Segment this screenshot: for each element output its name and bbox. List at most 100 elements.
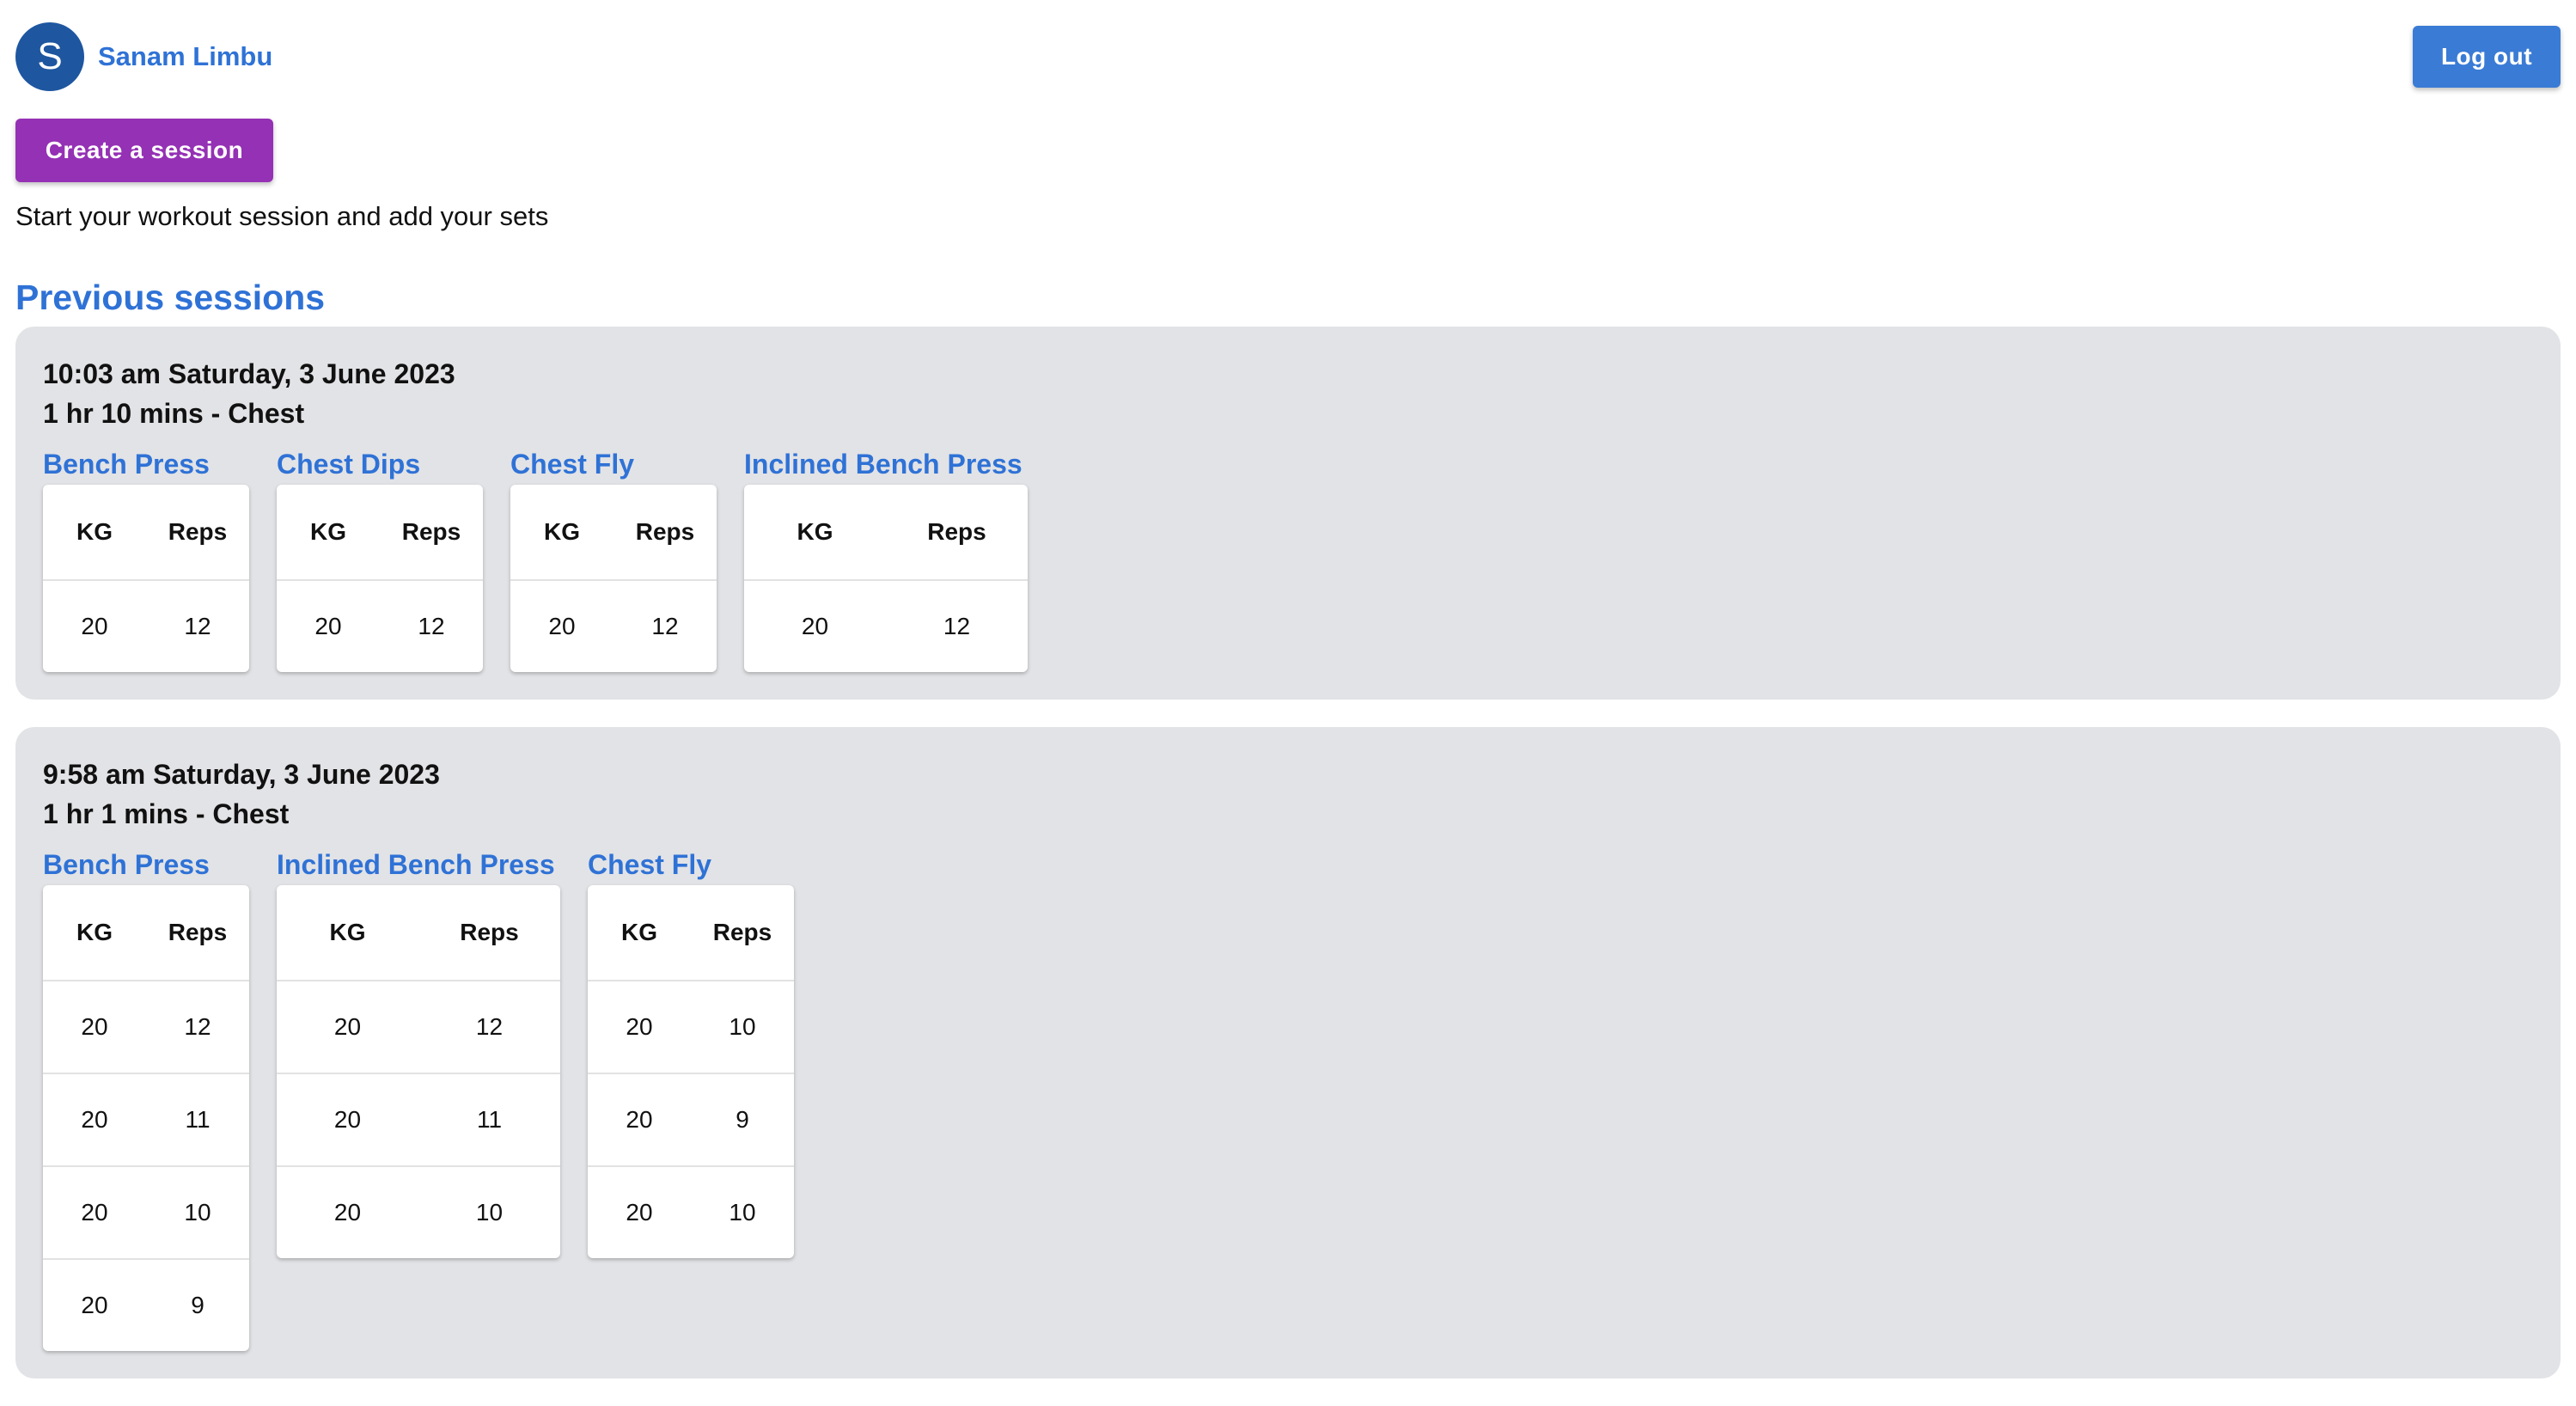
reps-value: 11	[185, 1106, 211, 1133]
kg-value: 20	[81, 1199, 108, 1226]
reps-header: Reps	[168, 919, 228, 945]
kg-header: KG	[76, 919, 113, 945]
kg-header: KG	[621, 919, 657, 945]
username[interactable]: Sanam Limbu	[98, 40, 272, 74]
logout-button[interactable]: Log out	[2413, 26, 2561, 88]
kg-value: 20	[548, 613, 576, 639]
exercise-list: Bench Press KG Reps 20 12 Chest Dips KG Reps 20 1…	[43, 447, 2533, 672]
table-row: 20 11	[277, 1073, 560, 1165]
create-session-button[interactable]: Create a session	[15, 119, 273, 182]
kg-value: 20	[81, 1106, 108, 1133]
exercise-block: Inclined Bench Press KG Reps 20 12	[744, 447, 1028, 672]
reps-value: 12	[418, 613, 445, 639]
table-row: 20 9	[43, 1258, 249, 1351]
kg-header: KG	[329, 919, 366, 945]
sets-table-header: KG Reps	[277, 885, 560, 980]
table-row: 20 12	[744, 579, 1028, 672]
kg-value: 20	[626, 1013, 653, 1040]
table-row: 20 10	[588, 980, 794, 1073]
exercise-name[interactable]: Chest Fly	[588, 847, 794, 882]
sessions-list: 10:03 am Saturday, 3 June 2023 1 hr 10 mi…	[15, 327, 2561, 1406]
session-card: 10:03 am Saturday, 3 June 2023 1 hr 10 mi…	[15, 327, 2561, 700]
kg-value: 20	[333, 1199, 362, 1226]
sets-table-header: KG Reps	[277, 485, 483, 579]
exercise-name[interactable]: Chest Dips	[277, 447, 483, 481]
sets-table-header: KG Reps	[43, 885, 249, 980]
table-row: 20 12	[510, 579, 717, 672]
kg-value: 20	[626, 1106, 653, 1133]
table-row: 20 11	[43, 1073, 249, 1165]
reps-header: Reps	[635, 518, 695, 545]
sets-table: KG Reps 20 12	[744, 485, 1028, 672]
reps-value: 12	[184, 1013, 211, 1040]
kg-value: 20	[314, 613, 342, 639]
reps-header: Reps	[712, 919, 772, 945]
exercise-block: Inclined Bench Press KG Reps 20 12 20 11 20 10	[277, 847, 560, 1258]
sets-table-header: KG Reps	[588, 885, 794, 980]
reps-value: 9	[736, 1106, 749, 1133]
page: S Sanam Limbu Log out Create a session S…	[15, 0, 2561, 1378]
reps-value: 11	[476, 1106, 503, 1133]
kg-value: 20	[333, 1106, 362, 1133]
avatar[interactable]: S	[15, 22, 84, 91]
kg-value: 20	[81, 1013, 108, 1040]
kg-header: KG	[544, 518, 580, 545]
exercise-name[interactable]: Inclined Bench Press	[744, 447, 1028, 481]
reps-value: 10	[184, 1199, 211, 1226]
reps-header: Reps	[927, 518, 986, 545]
exercise-name[interactable]: Inclined Bench Press	[277, 847, 560, 882]
reps-value: 12	[475, 1013, 504, 1040]
table-row: 20 10	[277, 1165, 560, 1258]
intro-text: Start your workout session and add your …	[15, 201, 549, 231]
reps-value: 12	[651, 613, 679, 639]
session-time: 9:58 am Saturday, 3 June 2023	[43, 759, 440, 790]
session-summary: 1 hr 1 mins - Chest	[43, 798, 290, 829]
kg-value: 20	[626, 1199, 653, 1226]
table-row: 20 12	[43, 980, 249, 1073]
exercise-block: Chest Fly KG Reps 20 12	[510, 447, 717, 672]
sets-table: KG Reps 20 12	[277, 485, 483, 672]
reps-header: Reps	[168, 518, 228, 545]
reps-value: 10	[729, 1199, 756, 1226]
exercise-list: Bench Press KG Reps 20 12 20 11 20 10 20 9 Inclined…	[43, 847, 2533, 1351]
sets-table-header: KG Reps	[744, 485, 1028, 579]
reps-value: 10	[475, 1199, 504, 1226]
table-row: 20 10	[43, 1165, 249, 1258]
session-card: 9:58 am Saturday, 3 June 2023 1 hr 1 mins…	[15, 727, 2561, 1378]
exercise-name[interactable]: Chest Fly	[510, 447, 717, 481]
exercise-name[interactable]: Bench Press	[43, 447, 249, 481]
reps-value: 9	[191, 1292, 204, 1318]
kg-value: 20	[81, 1292, 108, 1318]
sets-table: KG Reps 20 12 20 11 20 10 20 9	[43, 885, 249, 1351]
reps-header: Reps	[460, 919, 519, 945]
session-summary: 1 hr 10 mins - Chest	[43, 398, 305, 429]
header: S Sanam Limbu Log out	[15, 0, 2561, 112]
kg-header: KG	[797, 518, 833, 545]
exercise-block: Bench Press KG Reps 20 12	[43, 447, 249, 672]
sets-table: KG Reps 20 12 20 11 20 10	[277, 885, 560, 1258]
kg-value: 20	[81, 613, 108, 639]
sets-table: KG Reps 20 10 20 9 20 10	[588, 885, 794, 1258]
sets-table: KG Reps 20 12	[43, 485, 249, 672]
previous-sessions-title: Previous sessions	[15, 278, 326, 317]
exercise-block: Chest Dips KG Reps 20 12	[277, 447, 483, 672]
reps-value: 12	[943, 613, 971, 639]
sets-table-header: KG Reps	[43, 485, 249, 579]
reps-value: 12	[184, 613, 211, 639]
exercise-block: Chest Fly KG Reps 20 10 20 9 20 10	[588, 847, 794, 1258]
kg-value: 20	[801, 613, 829, 639]
kg-header: KG	[76, 518, 113, 545]
kg-value: 20	[333, 1013, 362, 1040]
sets-table: KG Reps 20 12	[510, 485, 717, 672]
table-row: 20 9	[588, 1073, 794, 1165]
reps-value: 10	[729, 1013, 756, 1040]
sets-table-header: KG Reps	[510, 485, 717, 579]
exercise-block: Bench Press KG Reps 20 12 20 11 20 10 20 9	[43, 847, 249, 1351]
table-row: 20 10	[588, 1165, 794, 1258]
table-row: 20 12	[277, 579, 483, 672]
exercise-name[interactable]: Bench Press	[43, 847, 249, 882]
reps-header: Reps	[401, 518, 461, 545]
session-time: 10:03 am Saturday, 3 June 2023	[43, 358, 455, 389]
table-row: 20 12	[43, 579, 249, 672]
kg-header: KG	[310, 518, 346, 545]
